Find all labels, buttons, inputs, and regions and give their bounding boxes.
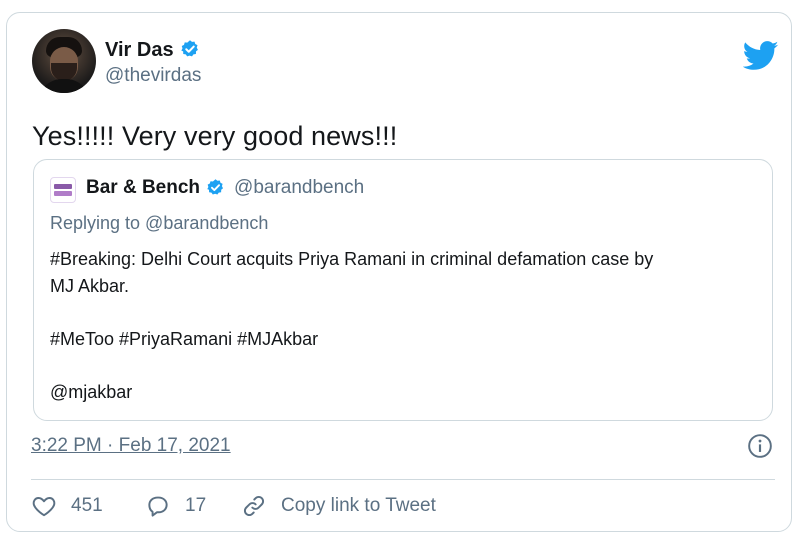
tweet-text: Yes!!!!! Very very good news!!! bbox=[32, 121, 398, 151]
reply-button[interactable]: 17 bbox=[145, 491, 206, 521]
like-count: 451 bbox=[71, 495, 103, 516]
quoted-author-handle[interactable]: @barandbench bbox=[234, 177, 364, 199]
hashtags[interactable]: #MeToo #PriyaRamani #MJAkbar bbox=[50, 326, 766, 353]
avatar-body bbox=[38, 79, 90, 93]
avatar[interactable] bbox=[32, 29, 96, 93]
reply-count: 17 bbox=[185, 495, 207, 516]
mention-link[interactable]: @mjakbar bbox=[50, 379, 766, 406]
author-handle[interactable]: @thevirdas bbox=[105, 65, 201, 87]
logo-stripe bbox=[54, 191, 72, 196]
logo-stripe bbox=[54, 184, 72, 189]
quoted-text-line: #Breaking: Delhi Court acquits Priya Ram… bbox=[50, 249, 654, 269]
twitter-bird-icon[interactable] bbox=[743, 41, 779, 71]
author-name[interactable]: Vir Das bbox=[105, 39, 174, 62]
reply-bubble-icon bbox=[148, 496, 168, 517]
verified-badge-icon bbox=[180, 40, 198, 57]
tweet-card: Vir Das @thevirdas Yes!!!!! Very very go… bbox=[6, 12, 792, 532]
info-icon[interactable] bbox=[747, 433, 773, 459]
verified-badge-icon bbox=[207, 179, 224, 195]
tweet-timestamp[interactable]: 3:22 PM · Feb 17, 2021 bbox=[31, 435, 231, 457]
quoted-author-name[interactable]: Bar & Bench bbox=[86, 177, 200, 199]
quoted-text-line: MJ Akbar. bbox=[50, 276, 130, 296]
divider bbox=[31, 479, 775, 480]
like-button[interactable]: 451 bbox=[31, 491, 103, 521]
bar-and-bench-logo[interactable] bbox=[50, 177, 76, 203]
heart-icon bbox=[32, 497, 56, 517]
link-icon bbox=[243, 495, 265, 517]
copy-link-button[interactable]: Copy link to Tweet bbox=[241, 491, 436, 521]
quoted-tweet-body: #Breaking: Delhi Court acquits Priya Ram… bbox=[50, 246, 766, 406]
copy-link-label: Copy link to Tweet bbox=[281, 495, 436, 516]
replying-to: Replying to @barandbench bbox=[50, 213, 269, 233]
quoted-tweet[interactable]: Bar & Bench @barandbench Replying to @ba… bbox=[33, 159, 773, 421]
